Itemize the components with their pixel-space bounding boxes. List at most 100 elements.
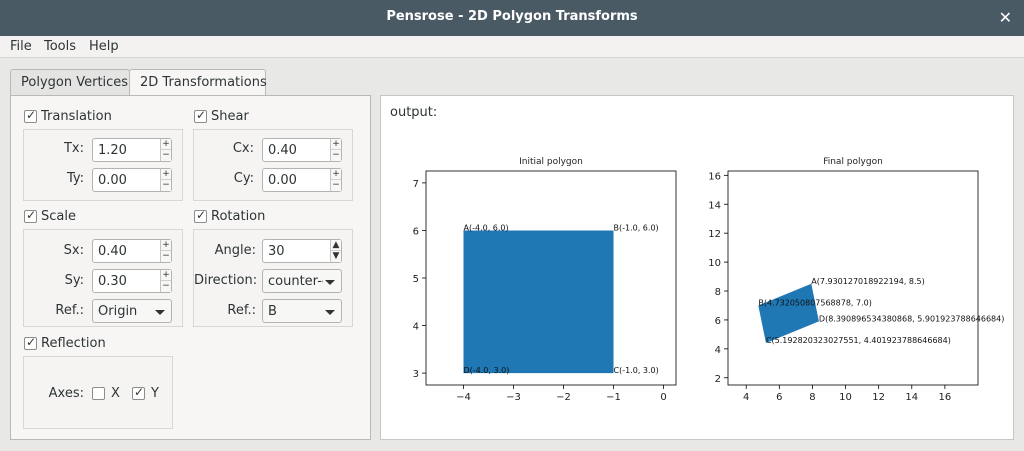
ty-spinbox[interactable]: 0.00 + − [92,168,172,192]
direction-dropdown[interactable]: counter-clockwise [262,269,342,293]
chevron-down-icon [325,280,335,285]
angle-spinbox[interactable]: 30 ▲ ▼ [262,239,342,263]
y-tick-label: 12 [708,229,721,240]
angle-value: 30 [268,244,285,259]
arrow-up-icon[interactable]: ▲ [331,240,341,251]
transform-settings-panel: ✓ Translation Tx: 1.20 + − Ty: 0.00 + − ✓ … [10,95,371,440]
cy-label: Cy: [233,171,254,186]
arrow-down-icon[interactable]: ▼ [331,251,341,262]
increment-icon[interactable]: + [161,240,171,251]
y-tick-label: 8 [715,287,721,298]
increment-icon[interactable]: + [161,139,171,150]
check-icon: ✓ [134,385,145,399]
x-tick-label: −1 [606,392,621,403]
y-tick-label: 7 [413,179,419,190]
increment-icon[interactable]: + [161,270,171,281]
decrement-icon[interactable]: − [161,180,171,191]
reflection-label: Reflection [41,336,106,351]
shear-checkbox[interactable]: ✓ [194,108,207,123]
y-tick-label: 4 [715,345,721,356]
sx-value: 0.40 [98,244,127,259]
window-title: Pensrose - 2D Polygon Transforms [386,9,638,24]
rotation-label: Rotation [211,209,266,224]
y-tick-label: 4 [413,322,419,333]
chevron-down-icon [155,310,165,315]
reflection-group: Axes: X ✓ Y [23,356,173,429]
chevron-down-icon [325,310,335,315]
y-tick-label: 6 [413,226,419,237]
axes-label: Axes: [48,386,84,401]
x-tick-label: 16 [939,392,952,403]
rotation-ref-value: B [268,304,277,319]
translation-group: Tx: 1.20 + − Ty: 0.00 + − [23,129,183,201]
y-tick-label: 6 [715,316,721,327]
translation-checkbox[interactable]: ✓ [24,108,37,123]
y-tick-label: 14 [708,200,721,211]
reflect-x-checkbox[interactable] [92,387,105,400]
cx-spinbox[interactable]: 0.40 + − [262,138,342,162]
tab-polygon-vertices[interactable]: Polygon Vertices [10,69,130,96]
polygon-shape [758,283,819,344]
y-tick-label: 3 [413,369,419,380]
reflection-checkbox[interactable]: ✓ [24,335,37,350]
decrement-icon[interactable]: − [161,281,171,292]
scale-ref-value: Origin [98,304,138,319]
x-tick-label: 4 [743,392,749,403]
x-tick-label: 6 [776,392,782,403]
ty-label: Ty: [66,171,84,186]
check-icon: ✓ [26,335,37,349]
increment-icon[interactable]: + [331,169,341,180]
cy-value: 0.00 [268,173,297,188]
increment-icon[interactable]: + [331,139,341,150]
scale-ref-label: Ref.: [55,303,84,318]
scale-group: Sx: 0.40 + − Sy: 0.30 + − Ref.: Origin [23,229,183,327]
vertex-label-c: C(5.192820323027551, 4.401923788646684) [766,336,951,345]
x-tick-label: 10 [839,392,852,403]
decrement-icon[interactable]: − [331,150,341,161]
decrement-icon[interactable]: − [161,150,171,161]
sy-label: Sy: [64,273,84,288]
cx-label: Cx: [232,141,254,156]
x-tick-label: 8 [809,392,815,403]
y-tick-label: 2 [715,374,721,385]
menu-tools[interactable]: Tools [44,39,76,54]
sy-spinbox[interactable]: 0.30 + − [92,269,172,293]
rotation-ref-dropdown[interactable]: B [262,299,342,323]
decrement-icon[interactable]: − [331,180,341,191]
polygon-shape [463,230,614,374]
direction-value: counter-clockwise [268,274,323,289]
x-tick-label: 0 [660,392,666,403]
reflect-y-checkbox[interactable]: ✓ [132,385,145,400]
close-icon[interactable]: ✕ [999,8,1012,27]
sx-label: Sx: [63,243,84,258]
x-tick-label: 14 [905,392,918,403]
rotation-checkbox[interactable]: ✓ [194,208,207,223]
shear-label: Shear [211,109,249,124]
reflect-y-label: Y [151,386,159,401]
sy-value: 0.30 [98,274,127,289]
sx-spinbox[interactable]: 0.40 + − [92,239,172,263]
menu-bar: File Tools Help [0,36,1024,58]
output-plots: Initial polygon −4 −3 −2 −1 0 3 4 5 6 7 A(-4.0, 6.0… [413,157,1005,403]
chart-title: Final polygon [823,157,883,167]
direction-label: Direction: [194,273,258,288]
scale-checkbox[interactable]: ✓ [24,208,37,223]
menu-help[interactable]: Help [89,39,119,54]
menu-file[interactable]: File [10,39,32,54]
tx-label: Tx: [63,141,84,156]
decrement-icon[interactable]: − [161,251,171,262]
title-bar: Pensrose - 2D Polygon Transforms ✕ [0,0,1024,36]
tx-spinbox[interactable]: 1.20 + − [92,138,172,162]
tab-2d-transformations[interactable]: 2D Transformations [129,69,267,97]
tx-value: 1.20 [98,143,127,158]
scale-ref-dropdown[interactable]: Origin [92,299,172,323]
vertex-label-c: C(-1.0, 3.0) [614,366,659,375]
angle-label: Angle: [214,243,256,258]
x-tick-label: 12 [872,392,885,403]
cy-spinbox[interactable]: 0.00 + − [262,168,342,192]
vertex-label-b: B(-1.0, 6.0) [614,223,659,232]
rotation-ref-label: Ref.: [227,303,256,318]
increment-icon[interactable]: + [161,169,171,180]
ty-value: 0.00 [98,173,127,188]
check-icon: ✓ [26,208,37,222]
